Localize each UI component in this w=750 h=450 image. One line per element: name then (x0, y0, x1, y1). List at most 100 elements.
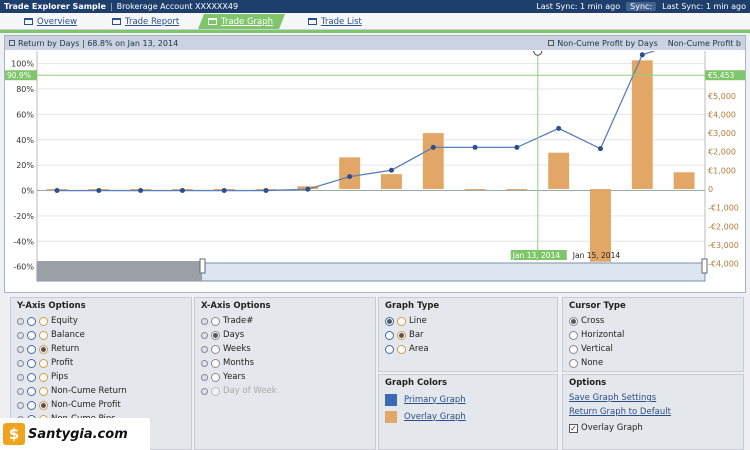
xaxis-option[interactable]: Days (201, 328, 369, 342)
right-tick-label: €3,000 (708, 129, 736, 138)
primary-color-swatch[interactable] (385, 393, 397, 406)
overlay-toggle-row[interactable]: ✓ Overlay Graph (569, 421, 737, 435)
small-radio-icon[interactable] (201, 373, 208, 381)
graph_type-option[interactable]: Bar (385, 328, 551, 342)
graph_type-option[interactable]: Line (385, 314, 551, 328)
tab-trade-graph[interactable]: Trade Graph (198, 14, 285, 29)
yaxis-option[interactable]: Return (17, 342, 185, 356)
primary-radio[interactable] (27, 386, 36, 396)
report-icon (112, 18, 121, 25)
radio[interactable] (569, 316, 578, 326)
cursor_type-option[interactable]: None (569, 356, 737, 370)
small-radio-icon[interactable] (201, 359, 208, 367)
small-radio-icon[interactable] (201, 331, 208, 339)
primary-radio[interactable] (27, 372, 36, 382)
panel-title: Cursor Type (569, 301, 626, 311)
primary-radio[interactable] (27, 400, 36, 410)
yaxis-option[interactable]: Balance (17, 328, 185, 342)
radio[interactable] (211, 386, 220, 396)
yaxis-option[interactable]: Pips (17, 370, 185, 384)
line-series (54, 51, 656, 194)
primary-radio[interactable] (385, 316, 394, 326)
small-radio-icon[interactable] (17, 345, 24, 353)
overlay-radio[interactable] (39, 400, 48, 410)
yaxis-option[interactable]: Non-Cume Profit (17, 398, 185, 412)
x-axis-options-list: Trade# Days Weeks Months Years Day of Week (201, 314, 369, 398)
option-label: Weeks (223, 344, 251, 354)
overlay-graph-color[interactable]: Overlay Graph (385, 408, 551, 425)
small-radio-icon[interactable] (17, 317, 24, 325)
radio[interactable] (211, 358, 220, 368)
yaxis-option[interactable]: Equity (17, 314, 185, 328)
primary-radio[interactable] (385, 330, 394, 340)
primary-graph-link[interactable]: Primary Graph (404, 395, 466, 405)
graph_type-option[interactable]: Area (385, 342, 551, 356)
primary-radio[interactable] (27, 316, 36, 326)
yaxis-option[interactable]: Non-Cume Return (17, 384, 185, 398)
radio[interactable] (211, 330, 220, 340)
radio[interactable] (569, 330, 578, 340)
tab-overview[interactable]: Overview (24, 14, 77, 29)
overlay-radio[interactable] (39, 386, 48, 396)
small-radio-icon[interactable] (17, 387, 24, 395)
chart-header: Return by Days | 68.8% on Jan 13, 2014 N… (5, 36, 745, 50)
overlay-color-swatch[interactable] (385, 410, 397, 423)
primary-radio[interactable] (385, 344, 394, 354)
small-radio-icon[interactable] (201, 387, 208, 395)
small-radio-icon[interactable] (17, 401, 24, 409)
option-label: Balance (51, 330, 85, 340)
chart-svg[interactable]: 100% 80% 60% 40% 20% 0% -20% -40% -60% €5,000 €4,… (5, 51, 745, 293)
bar (339, 157, 361, 190)
overlay-radio[interactable] (397, 316, 406, 326)
tab-trade-report[interactable]: Trade Report (112, 14, 179, 29)
line-point (597, 146, 603, 152)
sync-button[interactable]: Sync: (626, 2, 657, 11)
cursor_type-option[interactable]: Horizontal (569, 328, 737, 342)
left-tick-label: 0% (21, 187, 34, 196)
radio[interactable] (211, 372, 220, 382)
small-radio-icon[interactable] (17, 373, 24, 381)
overlay-graph-link[interactable]: Overlay Graph (404, 412, 466, 422)
save-graph-settings-link[interactable]: Save Graph Settings (569, 393, 656, 403)
small-radio-icon[interactable] (17, 331, 24, 339)
small-radio-icon[interactable] (201, 317, 208, 325)
overlay-radio[interactable] (39, 316, 48, 326)
primary-radio[interactable] (27, 358, 36, 368)
right-tick-label: 0 (708, 185, 713, 194)
radio[interactable] (569, 358, 578, 368)
left-tick-label: 80% (16, 85, 34, 94)
overlay-graph-label: Overlay Graph (581, 423, 643, 433)
overlay-radio[interactable] (397, 330, 406, 340)
overlay-radio[interactable] (39, 358, 48, 368)
xaxis-option[interactable]: Trade# (201, 314, 369, 328)
small-radio-icon[interactable] (17, 359, 24, 367)
overlay-radio[interactable] (397, 344, 406, 354)
overlay-radio[interactable] (39, 372, 48, 382)
primary-radio[interactable] (27, 344, 36, 354)
return-to-default-link[interactable]: Return Graph to Default (569, 407, 671, 417)
radio[interactable] (569, 344, 578, 354)
yaxis-option[interactable]: Profit (17, 356, 185, 370)
small-radio-icon[interactable] (201, 345, 208, 353)
left-tick-label: 100% (11, 60, 34, 69)
xaxis-option[interactable]: Weeks (201, 342, 369, 356)
tab-trade-list[interactable]: Trade List (308, 14, 362, 29)
overlay-graph-checkbox[interactable]: ✓ (569, 423, 578, 433)
overlay-radio[interactable] (39, 344, 48, 354)
overlay-radio[interactable] (39, 330, 48, 340)
account-name: Brokerage Account XXXXXX49 (116, 2, 239, 11)
right-tick-label: €2,000 (708, 148, 736, 157)
xaxis-option[interactable]: Years (201, 370, 369, 384)
cursor_type-option[interactable]: Cross (569, 314, 737, 328)
primary-graph-color[interactable]: Primary Graph (385, 391, 551, 408)
legend-label: Non-Cume Profit by Days (557, 38, 658, 48)
xaxis-option[interactable]: Months (201, 356, 369, 370)
primary-radio[interactable] (27, 330, 36, 340)
save-settings-row: Save Graph Settings (569, 391, 737, 405)
options-panel: Options Save Graph Settings Return Graph… (562, 374, 744, 450)
chart-panel[interactable]: Return by Days | 68.8% on Jan 13, 2014 N… (4, 35, 746, 293)
xaxis-option[interactable]: Day of Week (201, 384, 369, 398)
radio[interactable] (211, 316, 220, 326)
radio[interactable] (211, 344, 220, 354)
cursor_type-option[interactable]: Vertical (569, 342, 737, 356)
